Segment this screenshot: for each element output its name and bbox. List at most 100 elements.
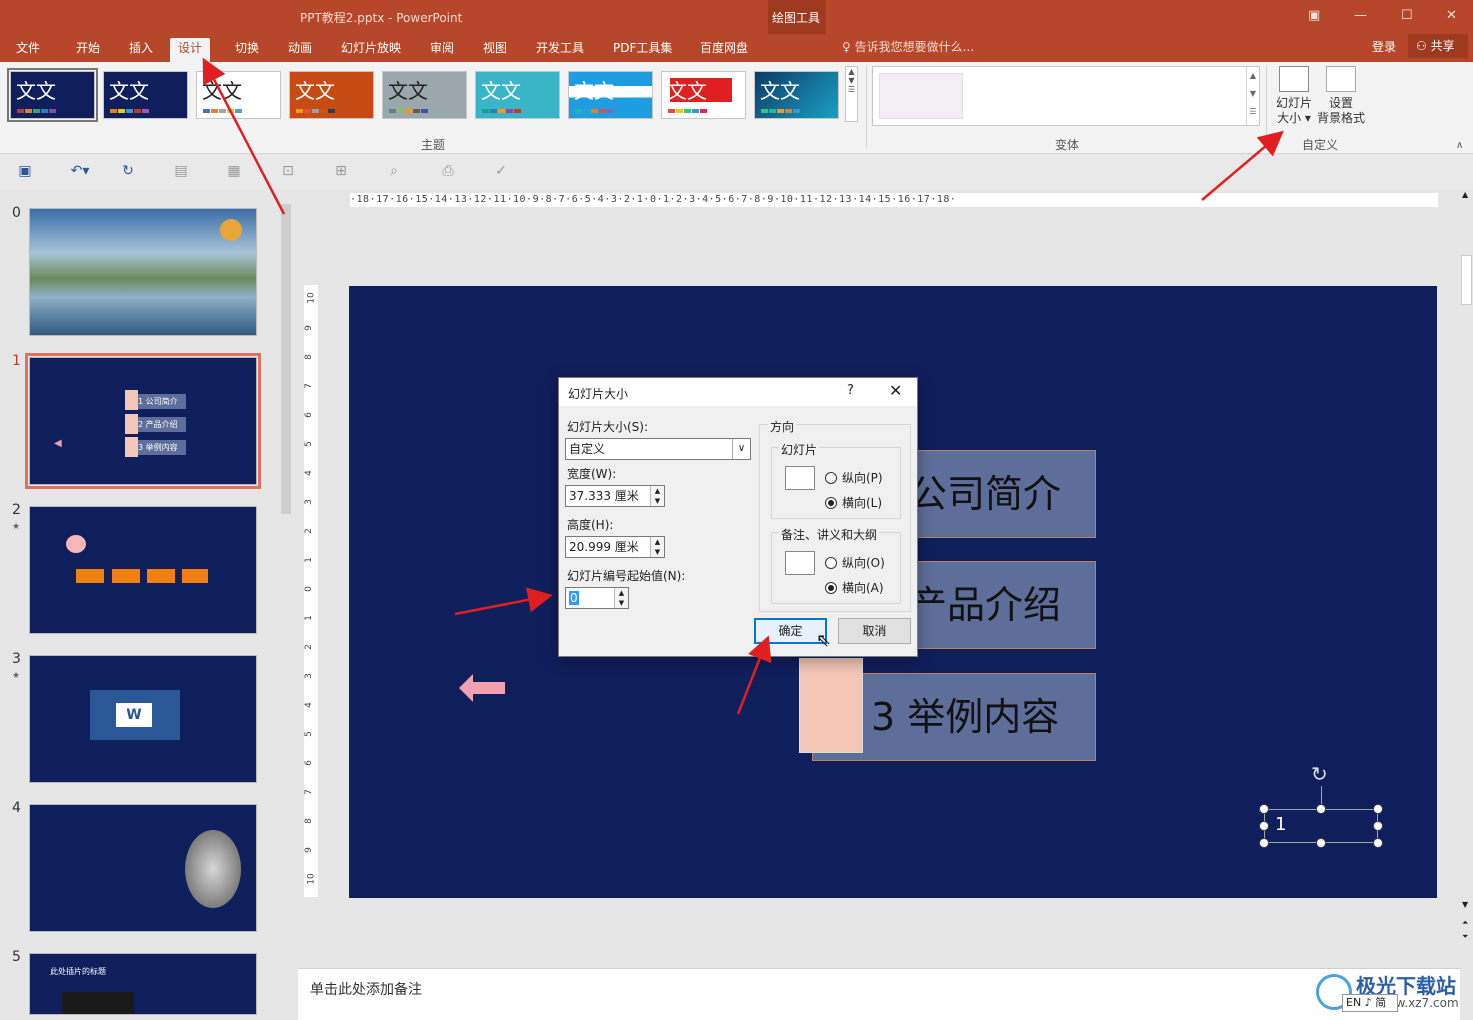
tab-insert[interactable]: 插入 bbox=[121, 38, 161, 62]
theme-thumb-3[interactable]: 文文 bbox=[196, 71, 281, 119]
slide-page-icon bbox=[785, 466, 815, 490]
ribbon-tabs: 文件 开始 插入 设计 切换 动画 幻灯片放映 审阅 视图 开发工具 PDF工具… bbox=[0, 34, 1473, 62]
slide-size-select[interactable]: 自定义 ∨ bbox=[565, 438, 751, 460]
save-icon[interactable]: ▣ bbox=[17, 163, 33, 179]
spellcheck-icon[interactable]: ✓ bbox=[493, 163, 509, 179]
quick-print-icon[interactable]: ⎙ bbox=[440, 163, 456, 179]
editor-scrollbar[interactable]: ▲ ▼ ⏶ ⏷ bbox=[1460, 190, 1473, 950]
prev-slide-icon[interactable]: ⏶ bbox=[1462, 918, 1468, 928]
resize-handle[interactable] bbox=[1373, 821, 1383, 831]
chevron-down-icon[interactable]: ∨ bbox=[732, 439, 750, 459]
arrow-left-icon: ◀ bbox=[54, 438, 62, 449]
theme-sample-text: 文文 bbox=[667, 79, 707, 103]
notes-landscape-radio[interactable]: 横向(A) bbox=[825, 579, 884, 596]
format-background-button[interactable]: 设置 背景格式 bbox=[1316, 66, 1366, 126]
theme-thumb-2[interactable]: 文文 bbox=[103, 71, 188, 119]
theme-thumb-8[interactable]: 文文 bbox=[661, 71, 746, 119]
tell-me-box[interactable]: ♀ 告诉我您想要做什么... bbox=[842, 38, 974, 55]
slide-size-label-2: 大小 bbox=[1277, 111, 1302, 125]
theme-thumb-5[interactable]: 文文 bbox=[382, 71, 467, 119]
tab-baidu-netdisk[interactable]: 百度网盘 bbox=[692, 38, 756, 62]
resize-handle[interactable] bbox=[1259, 804, 1269, 814]
title-bar: PPT教程2.pptx - PowerPoint ▣ — ☐ ✕ bbox=[0, 0, 1473, 34]
ruler-tick: 6 bbox=[303, 412, 314, 418]
tab-review[interactable]: 审阅 bbox=[422, 38, 462, 62]
resize-handle[interactable] bbox=[1316, 838, 1326, 848]
variant-thumb[interactable] bbox=[879, 73, 963, 119]
share-button[interactable]: ⚇ 共享 bbox=[1408, 34, 1468, 58]
resize-handle[interactable] bbox=[1259, 821, 1269, 831]
theme-thumb-7[interactable]: 文文 bbox=[568, 71, 653, 119]
portrait-radio[interactable]: 纵向(P) bbox=[825, 469, 883, 486]
dialog-close-button[interactable]: ✕ bbox=[889, 381, 902, 400]
scroll-thumb[interactable] bbox=[1461, 255, 1472, 305]
animation-star-icon: ★ bbox=[12, 671, 21, 681]
notes-pane[interactable]: 单击此处添加备注 bbox=[298, 968, 1460, 1020]
present-current-icon[interactable]: ⊞ bbox=[333, 163, 349, 179]
resize-handle[interactable] bbox=[1259, 838, 1269, 848]
ruler-tick: 5 bbox=[303, 441, 314, 447]
start-number-spinner[interactable]: ▲ ▼ bbox=[614, 588, 628, 608]
maximize-icon[interactable]: ☐ bbox=[1401, 8, 1413, 23]
landscape-radio[interactable]: 横向(L) bbox=[825, 494, 882, 511]
theme-gallery-scroll[interactable]: ▲ ▼ ☰ bbox=[845, 66, 858, 122]
width-value: 37.333 厘米 bbox=[569, 489, 639, 503]
tab-pdf-tools[interactable]: PDF工具集 bbox=[605, 38, 680, 62]
redo-icon[interactable]: ↻ bbox=[120, 163, 136, 179]
resize-handle[interactable] bbox=[1316, 804, 1326, 814]
start-number-input[interactable]: 0 ▲ ▼ bbox=[565, 587, 629, 609]
mouse-cursor-icon: ⇖ bbox=[816, 630, 832, 651]
theme-thumb-9[interactable]: 文文 bbox=[754, 71, 839, 119]
theme-thumb-1[interactable]: 文文 bbox=[7, 68, 98, 122]
slide-thumbnail-2[interactable] bbox=[29, 506, 257, 634]
close-icon[interactable]: ✕ bbox=[1446, 8, 1457, 23]
tab-file[interactable]: 文件 bbox=[8, 38, 48, 62]
new-slide-icon[interactable]: ▤ bbox=[173, 163, 189, 179]
next-slide-icon[interactable]: ⏷ bbox=[1462, 932, 1468, 942]
theme-thumb-4[interactable]: 文文 bbox=[289, 71, 374, 119]
slide-thumbnail-1[interactable]: 1 公司简介 2 产品介绍 3 举例内容 ◀ bbox=[25, 353, 261, 489]
pink-rectangle[interactable] bbox=[799, 658, 863, 753]
tab-transitions[interactable]: 切换 bbox=[227, 38, 267, 62]
thumb-item: 1 公司简介 bbox=[138, 394, 186, 409]
resize-handle[interactable] bbox=[1373, 838, 1383, 848]
layout-icon[interactable]: ▦ bbox=[226, 163, 242, 179]
slides-pane-scrollbar[interactable] bbox=[279, 192, 293, 1018]
tab-animations[interactable]: 动画 bbox=[280, 38, 320, 62]
width-input[interactable]: 37.333 厘米 ▲ ▼ bbox=[565, 485, 665, 507]
slide-thumbnail-3[interactable]: W bbox=[29, 655, 257, 783]
width-spinner[interactable]: ▲ ▼ bbox=[650, 486, 664, 506]
present-from-start-icon[interactable]: ⊡ bbox=[280, 163, 296, 179]
tab-design[interactable]: 设计 bbox=[170, 38, 211, 62]
notes-portrait-radio[interactable]: 纵向(O) bbox=[825, 554, 885, 571]
cancel-button[interactable]: 取消 bbox=[838, 618, 911, 644]
undo-icon[interactable]: ↶▾ bbox=[66, 163, 94, 179]
minimize-icon[interactable]: — bbox=[1354, 8, 1367, 23]
ribbon-display-icon[interactable]: ▣ bbox=[1308, 8, 1320, 23]
tab-developer[interactable]: 开发工具 bbox=[528, 38, 592, 62]
drawing-tools-label: 绘图工具 bbox=[772, 11, 821, 25]
resize-handle[interactable] bbox=[1373, 804, 1383, 814]
slide-number: 4 bbox=[12, 800, 21, 816]
login-link[interactable]: 登录 bbox=[1372, 38, 1396, 55]
slide-size-button[interactable]: 幻灯片 大小 ▾ bbox=[1274, 66, 1314, 126]
help-button[interactable]: ? bbox=[847, 383, 854, 398]
rotate-handle-icon[interactable]: ↻ bbox=[1311, 762, 1328, 786]
left-arrow-shape[interactable] bbox=[459, 674, 505, 702]
theme-thumb-6[interactable]: 文文 bbox=[475, 71, 560, 119]
collapse-ribbon-icon[interactable]: ∧ bbox=[1456, 140, 1463, 151]
scroll-up-icon[interactable]: ▲ bbox=[1462, 190, 1468, 199]
ime-indicator[interactable]: EN ♪ 简 bbox=[1342, 994, 1398, 1012]
slide-thumbnail-5[interactable]: 此处插片的标题 bbox=[29, 953, 257, 1015]
tab-view[interactable]: 视图 bbox=[475, 38, 515, 62]
height-input[interactable]: 20.999 厘米 ▲ ▼ bbox=[565, 536, 665, 558]
scroll-down-icon[interactable]: ▼ bbox=[1462, 900, 1468, 909]
variants-scroll[interactable]: ▲ ▼ ☰ bbox=[1246, 67, 1259, 125]
slide-number: 2 bbox=[12, 502, 21, 518]
slide-thumbnail-0[interactable] bbox=[29, 208, 257, 336]
height-spinner[interactable]: ▲ ▼ bbox=[650, 537, 664, 557]
print-preview-icon[interactable]: ⌕ bbox=[386, 163, 402, 179]
tab-home[interactable]: 开始 bbox=[68, 38, 108, 62]
slide-thumbnail-4[interactable] bbox=[29, 804, 257, 932]
tab-slideshow[interactable]: 幻灯片放映 bbox=[333, 38, 409, 62]
